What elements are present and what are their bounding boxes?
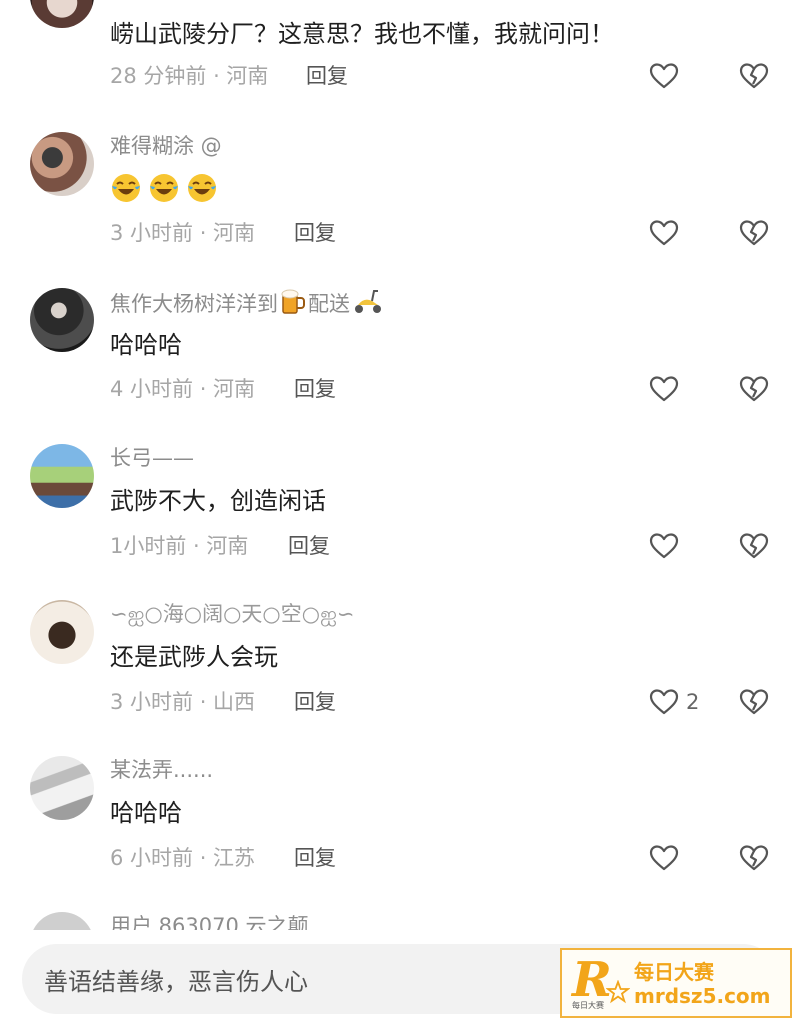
like-button[interactable]: [648, 215, 708, 251]
reply-button[interactable]: 回复: [288, 531, 330, 561]
username[interactable]: 某法弄......: [110, 755, 213, 785]
dislike-button[interactable]: [738, 373, 770, 405]
heart-outline-icon: [648, 373, 680, 405]
like-button[interactable]: [648, 840, 708, 876]
watermark-title: 每日大赛: [634, 960, 714, 984]
like-count: 2: [686, 690, 700, 714]
reply-button[interactable]: 回复: [294, 374, 336, 404]
dislike-button[interactable]: [738, 686, 770, 718]
heart-outline-icon: [648, 217, 680, 249]
watermark-url: mrdsz5.com: [634, 984, 771, 1008]
dislike-button[interactable]: [738, 217, 770, 249]
avatar[interactable]: [30, 600, 94, 664]
comment-text: 崂山武陵分厂？这意思？我也不懂，我就问问！: [110, 20, 614, 48]
comment-time-location: 1小时前 · 河南: [110, 534, 249, 558]
avatar[interactable]: [30, 0, 94, 28]
broken-heart-icon: [738, 686, 770, 718]
broken-heart-icon: [738, 217, 770, 249]
reply-button[interactable]: 回复: [306, 61, 348, 91]
comment-time-location: 28 分钟前 · 河南: [110, 64, 269, 88]
avatar[interactable]: [30, 132, 94, 196]
like-button[interactable]: [648, 58, 708, 94]
heart-outline-icon: [648, 530, 680, 562]
username[interactable]: ∽ஐ○海○阔○天○空○ஐ∽: [110, 599, 355, 629]
broken-heart-icon: [738, 842, 770, 874]
heart-outline-icon: [648, 686, 680, 718]
comment-text: 还是武陟人会玩: [110, 643, 278, 671]
laughing-emoji-icon: [148, 172, 180, 204]
heart-outline-icon: [648, 60, 680, 92]
comment-time-location: 4 小时前 · 河南: [110, 377, 256, 401]
comment-time-location: 3 小时前 · 山西: [110, 690, 256, 714]
avatar[interactable]: [30, 444, 94, 508]
like-button[interactable]: [648, 371, 708, 407]
like-button[interactable]: 2: [648, 684, 708, 720]
laughing-emoji-icon: [186, 172, 218, 204]
comment-time-location: 6 小时前 · 江苏: [110, 846, 256, 870]
like-button[interactable]: [648, 528, 708, 564]
laughing-emoji-icon: [110, 172, 142, 204]
dislike-button[interactable]: [738, 842, 770, 874]
username[interactable]: 难得糊涂 @: [110, 131, 222, 161]
comment-text: 哈哈哈: [110, 331, 182, 359]
dislike-button[interactable]: [738, 530, 770, 562]
broken-heart-icon: [738, 530, 770, 562]
comment-time-location: 3 小时前 · 河南: [110, 221, 256, 245]
watermark-logo-subtitle: 每日大赛: [572, 1001, 604, 1010]
comment-text: 哈哈哈: [110, 799, 182, 827]
avatar[interactable]: [30, 756, 94, 820]
avatar[interactable]: [30, 288, 94, 352]
watermark-logo: R 每日大赛 每日大赛 mrdsz5.com: [560, 948, 792, 1018]
username[interactable]: 长弓——: [110, 443, 194, 473]
comment-text: 武陟不大，创造闲话: [110, 487, 326, 515]
reply-button[interactable]: 回复: [294, 687, 336, 717]
broken-heart-icon: [738, 60, 770, 92]
star-icon: [605, 979, 631, 1008]
reply-button[interactable]: 回复: [294, 218, 336, 248]
username[interactable]: 焦作大杨树洋洋到 配送: [110, 287, 384, 323]
broken-heart-icon: [738, 373, 770, 405]
dislike-button[interactable]: [738, 60, 770, 92]
reply-button[interactable]: 回复: [294, 843, 336, 873]
comment-page: 崂山武陵分厂？这意思？我也不懂，我就问问！ 28 分钟前 · 河南 回复 难得糊…: [0, 0, 800, 1027]
comment-text: [110, 170, 224, 204]
comment-input-placeholder[interactable]: 善语结善缘，恶言伤人心: [44, 962, 308, 997]
beer-icon: [280, 287, 306, 323]
heart-outline-icon: [648, 842, 680, 874]
scooter-icon: [352, 287, 384, 323]
